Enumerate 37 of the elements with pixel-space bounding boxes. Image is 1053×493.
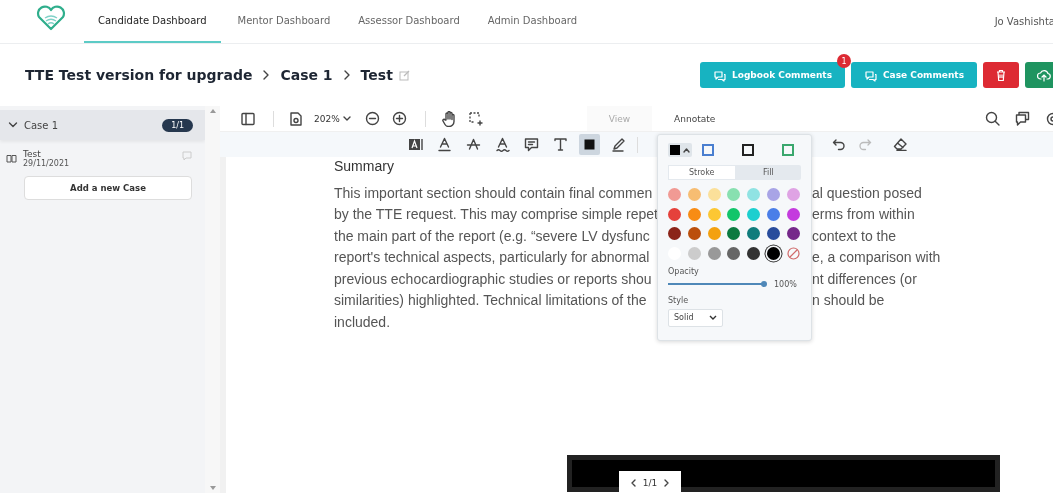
nav-tab[interactable]: Mentor Dashboard [223, 0, 345, 43]
paragraph-text: This important section should contain final commen [334, 184, 653, 201]
case-date: 29/11/2021 [23, 159, 71, 168]
opacity-label: Opacity [668, 266, 700, 276]
case-group-header[interactable]: Case 1 1/1 [0, 110, 205, 140]
add-case-button[interactable]: Add a new Case [24, 176, 192, 200]
nav-tab[interactable]: Assessor Dashboard [344, 0, 474, 43]
paragraph-text: e, a comparison with [812, 249, 941, 266]
paragraph-text: n should be [812, 292, 885, 309]
opacity-value: 100% [774, 279, 797, 289]
nav-tab[interactable]: Admin Dashboard [473, 0, 592, 43]
style-label: Style [668, 295, 690, 305]
paragraph-text: previous echocardiographic studies or reports shou [334, 270, 652, 287]
paragraph-text: nt differences (or [812, 270, 917, 287]
count-badge: 1/1 [162, 118, 193, 132]
panel-tab[interactable]: Stroke [668, 165, 736, 180]
panel-tab[interactable]: Fill [735, 165, 801, 180]
breadcrumb-link[interactable]: Case 1 [280, 67, 333, 83]
paragraph-text: the main part of the report (e.g. “severe LV dysfunc [334, 227, 650, 244]
page-navigator[interactable]: 1/1 [619, 471, 681, 493]
zoom-select[interactable]: 202% [314, 113, 351, 124]
paragraph-text: report's technical aspects, particularly for abnormal [334, 249, 650, 266]
nav-tab[interactable]: Candidate Dashboard [84, 0, 221, 43]
paragraph-text: erms from within [812, 206, 915, 223]
case-name[interactable]: Test [23, 149, 176, 159]
style-select[interactable]: Solid [668, 308, 723, 327]
paragraph-text: included. [334, 313, 391, 330]
case-title: Case 1 [24, 119, 58, 131]
breadcrumb-link[interactable]: Test [360, 67, 393, 83]
paragraph-text: al question posed [812, 184, 922, 201]
section-heading: Summary [334, 158, 394, 174]
paragraph-text: similarities) highlighted. Technical limitations of the [334, 292, 647, 309]
breadcrumb-link[interactable]: TTE Test version for upgrade [25, 67, 253, 83]
page-number: 1/1 [642, 478, 658, 488]
notification-badge: 1 [837, 54, 851, 68]
paragraph-text: context to the [812, 227, 897, 244]
paragraph-text: by the TTE request. This may comprise simple repet [334, 206, 658, 223]
